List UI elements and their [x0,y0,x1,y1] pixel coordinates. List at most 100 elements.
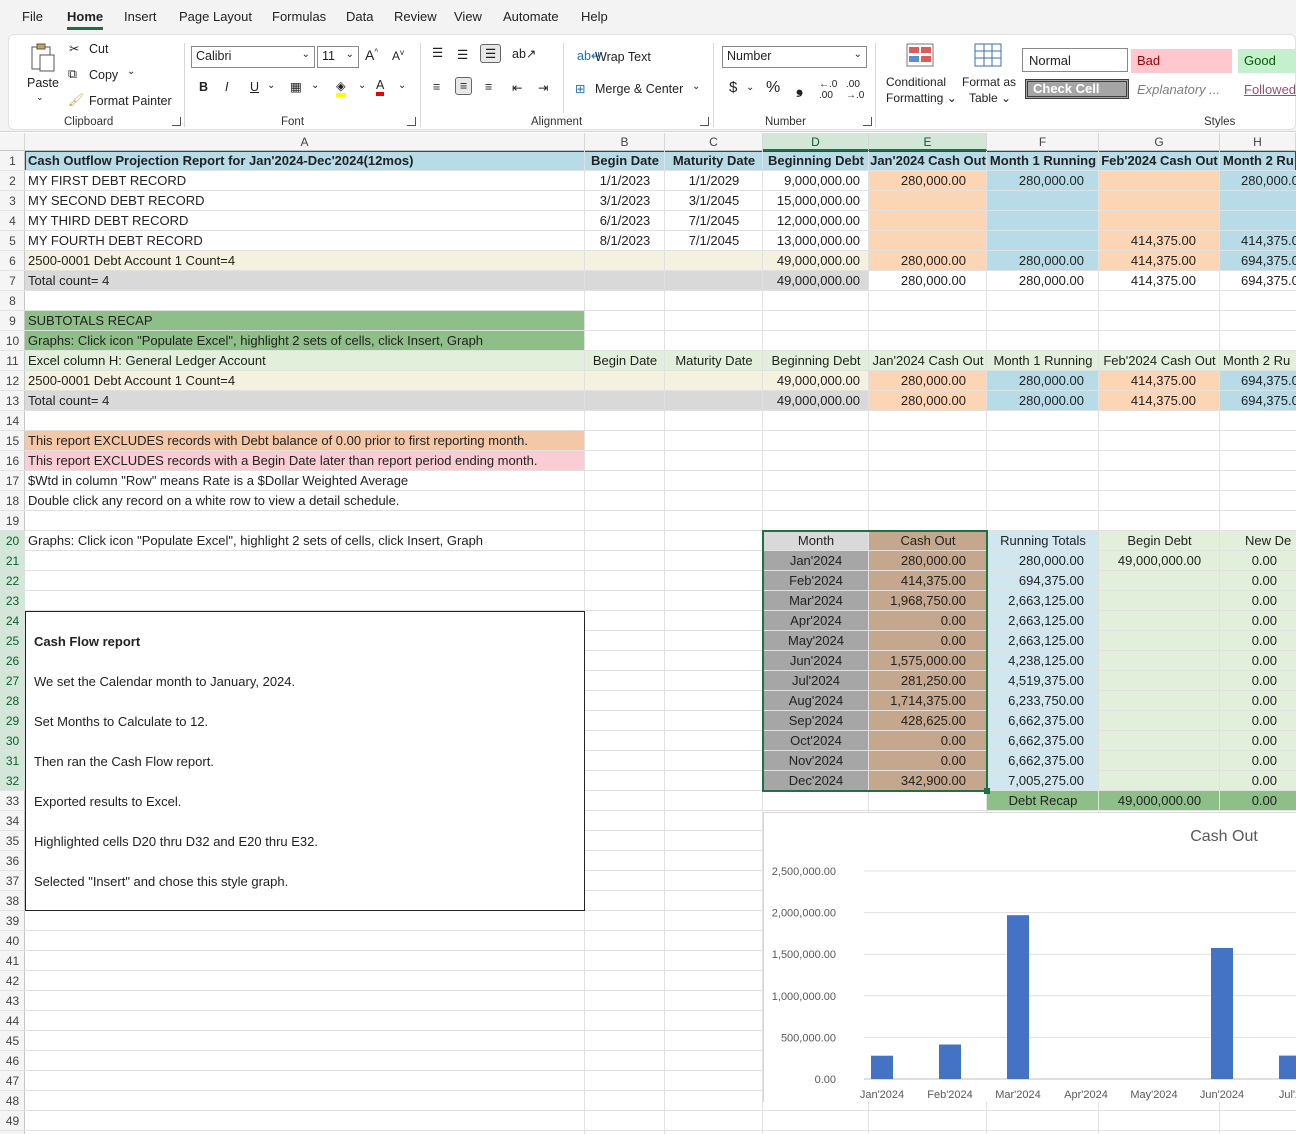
recap-gl-label[interactable]: Excel column H: General Ledger Account [25,351,269,371]
row-header[interactable]: 45 [0,1031,25,1051]
recap-maturity-date[interactable]: Maturity Date [665,351,763,371]
merge-dropdown-icon[interactable]: ⌄ [692,81,700,92]
cash-out-chart[interactable]: Cash Out 0.00 500,000.00 1,000,000.00 1,500… [763,812,1296,1102]
recap-total-debt[interactable]: 49,000,000.00 [763,391,863,411]
merge-center-button[interactable]: Merge & Center [595,82,683,96]
monthly-cell-c[interactable]: 1,714,375.00 [869,691,969,711]
monthly-cell-n[interactable]: 0.00 [1220,691,1280,711]
currency-button[interactable]: $ [729,79,737,96]
menu-page-layout[interactable]: Page Layout [179,9,252,24]
row-header[interactable]: 12 [0,371,25,391]
row-header[interactable]: 37 [0,871,25,891]
monthly-cell-n[interactable]: 0.00 [1220,711,1280,731]
row-header[interactable]: 22 [0,571,25,591]
row-header[interactable]: 26 [0,651,25,671]
row-header[interactable]: 40 [0,931,25,951]
clipboard-launcher-icon[interactable] [172,117,181,126]
row-header[interactable]: 13 [0,391,25,411]
select-all-corner[interactable] [0,133,25,151]
row-header[interactable]: 43 [0,991,25,1011]
row-header[interactable]: 46 [0,1051,25,1071]
record-cell-debt[interactable]: 13,000,000.00 [763,231,863,251]
row-header[interactable]: 48 [0,1091,25,1111]
row-header[interactable]: 25 [0,631,25,651]
monthly-cell-m[interactable]: Nov'2024 [763,751,869,771]
record-cell-h[interactable] [1238,211,1296,231]
begin-debt-value[interactable]: 49,000,000.00 [1099,551,1220,571]
col-header-d[interactable]: D [763,133,869,151]
monthly-cell-r[interactable]: 6,662,375.00 [987,731,1087,751]
account-e[interactable]: 280,000.00 [869,251,969,271]
align-center-icon[interactable]: ≡ [455,77,473,95]
format-as-table-icon[interactable] [972,41,1004,69]
monthly-cell-c[interactable]: 281,250.00 [869,671,969,691]
monthly-cell-r[interactable]: 6,233,750.00 [987,691,1087,711]
row-header[interactable]: 28 [0,691,25,711]
paste-dropdown-icon[interactable]: ⌄ [36,92,44,103]
monthly-cell-r[interactable]: 280,000.00 [987,551,1087,571]
monthly-cell-c[interactable]: 428,625.00 [869,711,969,731]
recap-beginning-debt[interactable]: Beginning Debt [763,351,869,371]
paste-icon[interactable] [27,43,57,73]
record-cell-f[interactable] [987,231,1087,251]
row-header[interactable]: 7 [0,271,25,291]
monthly-cell-r[interactable]: 2,663,125.00 [987,611,1087,631]
number-format-select[interactable]: Number ⌄ [722,46,867,68]
row-header[interactable]: 23 [0,591,25,611]
monthly-cell-n[interactable]: 0.00 [1220,611,1280,631]
fill-color-icon[interactable]: ◈ [336,78,346,97]
format-painter-button[interactable]: Format Painter [89,94,172,108]
col-header-h[interactable]: H [1220,133,1296,151]
monthly-cell-c[interactable]: 342,900.00 [869,771,969,791]
recap-begin-date[interactable]: Begin Date [585,351,665,371]
recap-total-h[interactable]: 694,375.0 [1238,391,1296,411]
copy-icon[interactable]: ⧉ [68,67,77,82]
record-cell-debt[interactable]: 9,000,000.00 [763,171,863,191]
row-header[interactable]: 20 [0,531,25,551]
copy-dropdown-icon[interactable]: ⌄ [127,66,135,77]
merge-center-icon[interactable]: ⊞ [575,81,585,96]
monthly-cell-c[interactable]: 414,375.00 [869,571,969,591]
note-graphs[interactable]: Graphs: Click icon "Populate Excel", hig… [25,531,486,551]
record-cell-e[interactable]: 280,000.00 [869,171,969,191]
style-bad[interactable]: Bad [1131,49,1232,73]
row-header[interactable]: 34 [0,811,25,831]
row-header[interactable]: 47 [0,1071,25,1091]
menu-view[interactable]: View [454,9,482,24]
monthly-cell-n[interactable]: 0.00 [1220,551,1280,571]
menu-review[interactable]: Review [394,9,437,24]
recap-account-f[interactable]: 280,000.00 [987,371,1087,391]
recap-account-g[interactable]: 414,375.00 [1099,371,1199,391]
number-launcher-icon[interactable] [863,117,872,126]
recap-feb-cash-out[interactable]: Feb'2024 Cash Out [1099,351,1220,371]
record-cell-g[interactable]: 414,375.00 [1099,231,1199,251]
bold-button[interactable]: B [199,80,208,94]
row-header[interactable]: 6 [0,251,25,271]
font-size-select[interactable]: 11 ⌄ [317,46,359,68]
monthly-cell-r[interactable]: 4,519,375.00 [987,671,1087,691]
row-header[interactable]: 27 [0,671,25,691]
col-header-c[interactable]: C [665,133,763,151]
monthly-cell-r[interactable]: 7,005,275.00 [987,771,1087,791]
col-header-a[interactable]: A [25,133,585,151]
decrease-decimal-icon[interactable]: .00 →.0 [846,79,864,101]
style-followed-hyperlink[interactable]: Followed [1238,78,1296,102]
debt-recap-value[interactable]: 49,000,000.00 [1099,791,1220,811]
row-header[interactable]: 2 [0,171,25,191]
note-double-click[interactable]: Double click any record on a white row t… [25,491,402,511]
total-name[interactable]: Total count= 4 [25,271,112,291]
monthly-cell-m[interactable]: May'2024 [763,631,869,651]
record-cell-maturity[interactable]: 7/1/2045 [665,231,763,251]
record-cell-name[interactable]: MY THIRD DEBT RECORD [25,211,191,231]
total-f[interactable]: 280,000.00 [987,271,1087,291]
fill-color-dropdown-icon[interactable]: ⌄ [358,80,366,91]
row-header[interactable]: 38 [0,891,25,911]
comma-style-button[interactable]: ❟ [796,77,803,98]
record-cell-maturity[interactable]: 1/1/2029 [665,171,763,191]
recap-title[interactable]: SUBTOTALS RECAP [25,311,156,331]
monthly-cell-m[interactable]: Oct'2024 [763,731,869,751]
record-cell-begin[interactable]: 6/1/2023 [585,211,665,231]
monthly-cell-c[interactable]: 0.00 [869,611,969,631]
record-cell-h[interactable]: 414,375.0 [1238,231,1296,251]
row-header[interactable]: 44 [0,1011,25,1031]
